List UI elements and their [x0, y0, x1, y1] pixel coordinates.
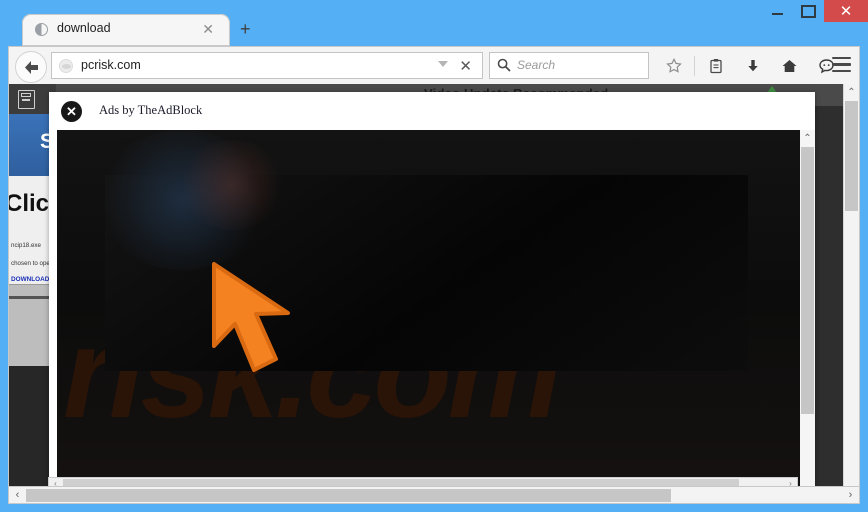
page-horizontal-scrollbar[interactable]: ‹ ›	[8, 486, 860, 504]
navigation-toolbar: pcrisk.com ✕ Search	[8, 46, 860, 84]
ads-by-label: Ads by TheAdBlock	[99, 103, 203, 117]
page-scroll-left-arrow[interactable]: ‹	[9, 487, 26, 503]
ad-iframe: PC risk.com 22 BINARY MACHINE	[57, 130, 815, 496]
site-identity-icon	[59, 59, 73, 73]
url-dropdown-icon[interactable]	[438, 61, 448, 67]
tab-close-icon[interactable]: ✕	[202, 20, 214, 38]
ad-content: PC risk.com 22 BINARY MACHINE	[57, 130, 800, 496]
ad-overlay: ✕ Ads by TheAdBlock PC risk.com	[49, 92, 815, 496]
ad-close-button[interactable]: ✕	[61, 101, 82, 122]
browser-window: ✕ download ✕ + pcrisk.com ✕ Search S Cli…	[0, 0, 868, 512]
search-icon	[497, 58, 511, 77]
tab-download[interactable]: download ✕	[22, 14, 230, 46]
page-scroll-right-arrow[interactable]: ›	[842, 487, 859, 503]
page-scroll-up-arrow[interactable]: ⌃	[844, 84, 859, 100]
tab-favicon-icon	[35, 23, 48, 36]
stop-loading-icon[interactable]: ✕	[459, 57, 472, 76]
tab-title: download	[57, 21, 111, 35]
toolbar-icons	[655, 51, 845, 81]
orange-cursor-arrow-icon	[202, 258, 327, 383]
underlying-download-label: DOWNLOAD	[11, 276, 50, 283]
tab-strip: download ✕ +	[0, 14, 868, 46]
page-horizontal-scroll-thumb[interactable]	[26, 489, 671, 502]
ad-vertical-scroll-thumb[interactable]	[801, 147, 814, 414]
ad-glow-red	[177, 140, 287, 230]
search-bar[interactable]: Search	[489, 52, 649, 79]
hamburger-menu-icon[interactable]	[832, 57, 851, 73]
ad-overlay-header: ✕ Ads by TheAdBlock	[49, 92, 815, 130]
back-arrow-icon	[24, 60, 38, 74]
page-vertical-scroll-thumb[interactable]	[845, 101, 858, 211]
clipboard-icon[interactable]	[697, 51, 734, 81]
search-placeholder: Search	[517, 58, 556, 72]
document-icon	[18, 90, 35, 109]
ad-vertical-scrollbar[interactable]: ⌃ ⌄	[800, 130, 815, 496]
back-button[interactable]	[15, 51, 47, 83]
url-bar[interactable]: pcrisk.com ✕	[51, 52, 483, 79]
ad-scroll-up-arrow[interactable]: ⌃	[800, 130, 815, 146]
page-vertical-scrollbar[interactable]: ⌃ ⌄	[843, 84, 859, 504]
page-viewport: S Click ncip18.exe chosen to open: DOWNL…	[8, 84, 860, 504]
toolbar-divider	[694, 56, 695, 76]
underlying-dialog-line-0: ncip18.exe	[11, 242, 41, 249]
home-icon[interactable]	[771, 51, 808, 81]
window-bottom-edge	[0, 504, 868, 512]
bookmark-star-icon[interactable]	[655, 51, 692, 81]
downloads-icon[interactable]	[734, 51, 771, 81]
url-text: pcrisk.com	[81, 58, 141, 72]
new-tab-button[interactable]: +	[240, 20, 251, 38]
